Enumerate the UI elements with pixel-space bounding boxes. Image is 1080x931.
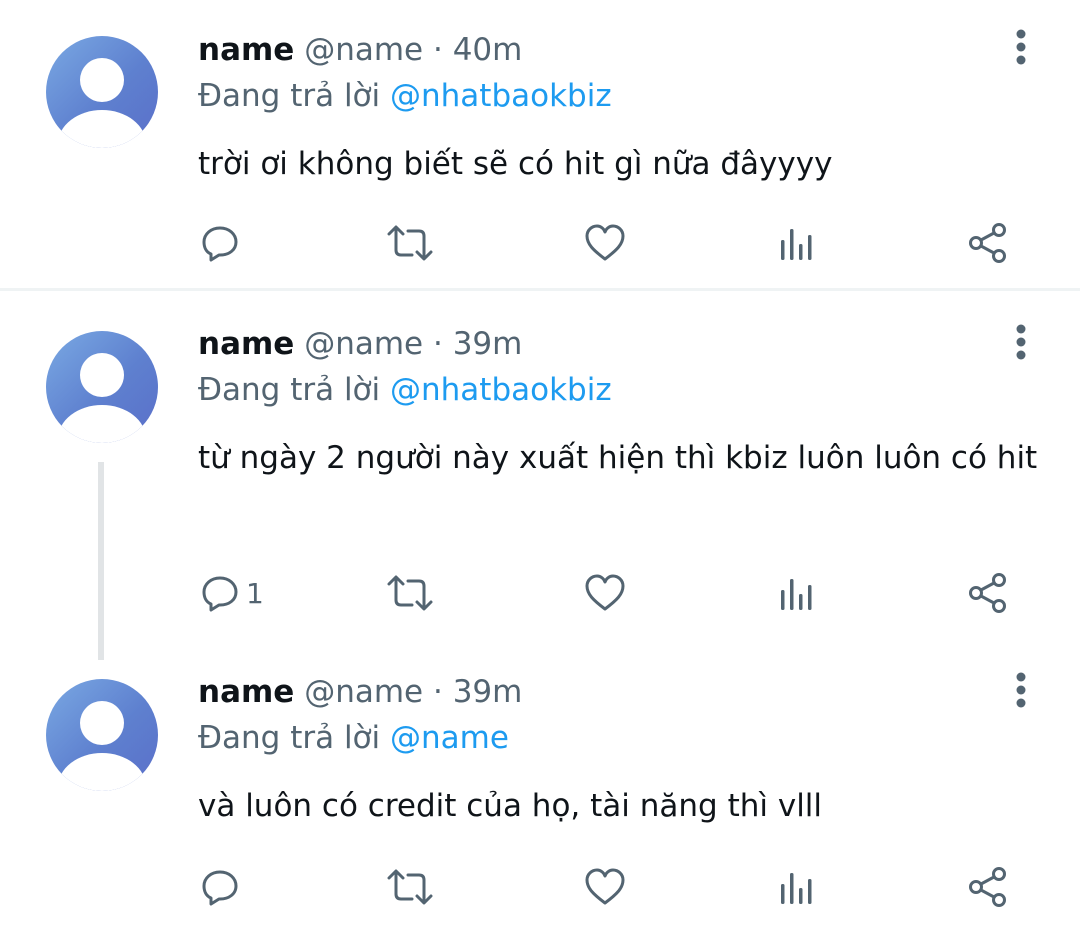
avatar[interactable] — [46, 331, 158, 443]
tweet-2[interactable]: name @name · 39m Đang trả lời @nhatbaokb… — [0, 291, 1080, 651]
reply-icon — [202, 870, 238, 906]
like-button[interactable] — [583, 218, 627, 268]
replying-to: Đang trả lời @nhatbaokbiz — [198, 370, 612, 410]
share-button[interactable] — [967, 218, 1011, 268]
replying-to: Đang trả lời @name — [198, 718, 509, 758]
like-button[interactable] — [583, 568, 627, 618]
views-icon — [781, 229, 812, 260]
retweet-icon — [387, 575, 433, 611]
reply-button[interactable] — [200, 862, 246, 912]
retweet-icon — [387, 225, 433, 261]
views-icon — [781, 873, 812, 904]
replying-prefix: Đang trả lời — [198, 720, 381, 756]
like-button[interactable] — [583, 862, 627, 912]
views-button[interactable] — [778, 218, 816, 268]
timestamp[interactable]: 39m — [453, 674, 523, 710]
separator-dot: · — [432, 32, 443, 68]
tweet-actions — [0, 862, 1080, 912]
avatar-placeholder-icon — [58, 353, 146, 443]
tweet-text: từ ngày 2 người này xuất hiện thì kbiz l… — [198, 440, 1038, 476]
more-options-button[interactable] — [1004, 27, 1038, 67]
avatar[interactable] — [46, 36, 158, 148]
tweet-1[interactable]: name @name · 40m Đang trả lời @nhatbaokb… — [0, 0, 1080, 288]
display-name[interactable]: name — [198, 326, 294, 362]
replying-prefix: Đang trả lời — [198, 372, 381, 408]
more-icon — [1016, 672, 1026, 708]
tweet-header: name @name · 39m — [198, 324, 522, 364]
reply-button[interactable]: 1 — [200, 568, 264, 618]
reply-button[interactable] — [200, 218, 246, 268]
avatar-placeholder-icon — [58, 58, 146, 148]
tweet-actions — [0, 218, 1080, 268]
thread-connector-line — [98, 462, 104, 660]
more-icon — [1016, 324, 1026, 360]
tweet-actions: 1 — [0, 568, 1080, 618]
timestamp[interactable]: 39m — [453, 326, 523, 362]
more-options-button[interactable] — [1004, 670, 1038, 710]
tweet-3[interactable]: name @name · 39m Đang trả lời @name và l… — [0, 651, 1080, 931]
share-icon — [969, 223, 1006, 263]
share-button[interactable] — [967, 568, 1011, 618]
tweet-header: name @name · 39m — [198, 672, 522, 712]
share-icon — [969, 867, 1006, 907]
views-button[interactable] — [778, 862, 816, 912]
like-icon — [585, 868, 625, 905]
user-handle[interactable]: @name — [304, 32, 423, 68]
like-icon — [585, 224, 625, 261]
replying-prefix: Đang trả lời — [198, 78, 381, 114]
tweet-text: trời ơi không biết sẽ có hit gì nữa đâyy… — [198, 146, 833, 182]
timestamp[interactable]: 40m — [453, 32, 523, 68]
reply-icon — [202, 226, 238, 262]
views-button[interactable] — [778, 568, 816, 618]
avatar[interactable] — [46, 679, 158, 791]
share-icon — [969, 573, 1006, 613]
share-button[interactable] — [967, 862, 1011, 912]
tweet-text: và luôn có credit của họ, tài năng thì v… — [198, 788, 823, 824]
tweet-header: name @name · 40m — [198, 30, 522, 70]
more-options-button[interactable] — [1004, 322, 1038, 362]
user-handle[interactable]: @name — [304, 326, 423, 362]
reply-count: 1 — [246, 576, 264, 610]
display-name[interactable]: name — [198, 674, 294, 710]
retweet-icon — [387, 869, 433, 905]
retweet-button[interactable] — [385, 218, 435, 268]
retweet-button[interactable] — [385, 862, 435, 912]
separator-dot: · — [432, 674, 443, 710]
retweet-button[interactable] — [385, 568, 435, 618]
replying-mention-link[interactable]: @name — [390, 720, 509, 756]
replying-to: Đang trả lời @nhatbaokbiz — [198, 76, 612, 116]
more-icon — [1016, 29, 1026, 65]
display-name[interactable]: name — [198, 32, 294, 68]
separator-dot: · — [432, 326, 443, 362]
like-icon — [585, 574, 625, 611]
avatar-placeholder-icon — [58, 701, 146, 791]
views-icon — [781, 579, 812, 610]
reply-icon — [202, 576, 238, 612]
replying-mention-link[interactable]: @nhatbaokbiz — [390, 78, 612, 114]
replying-mention-link[interactable]: @nhatbaokbiz — [390, 372, 612, 408]
user-handle[interactable]: @name — [304, 674, 423, 710]
